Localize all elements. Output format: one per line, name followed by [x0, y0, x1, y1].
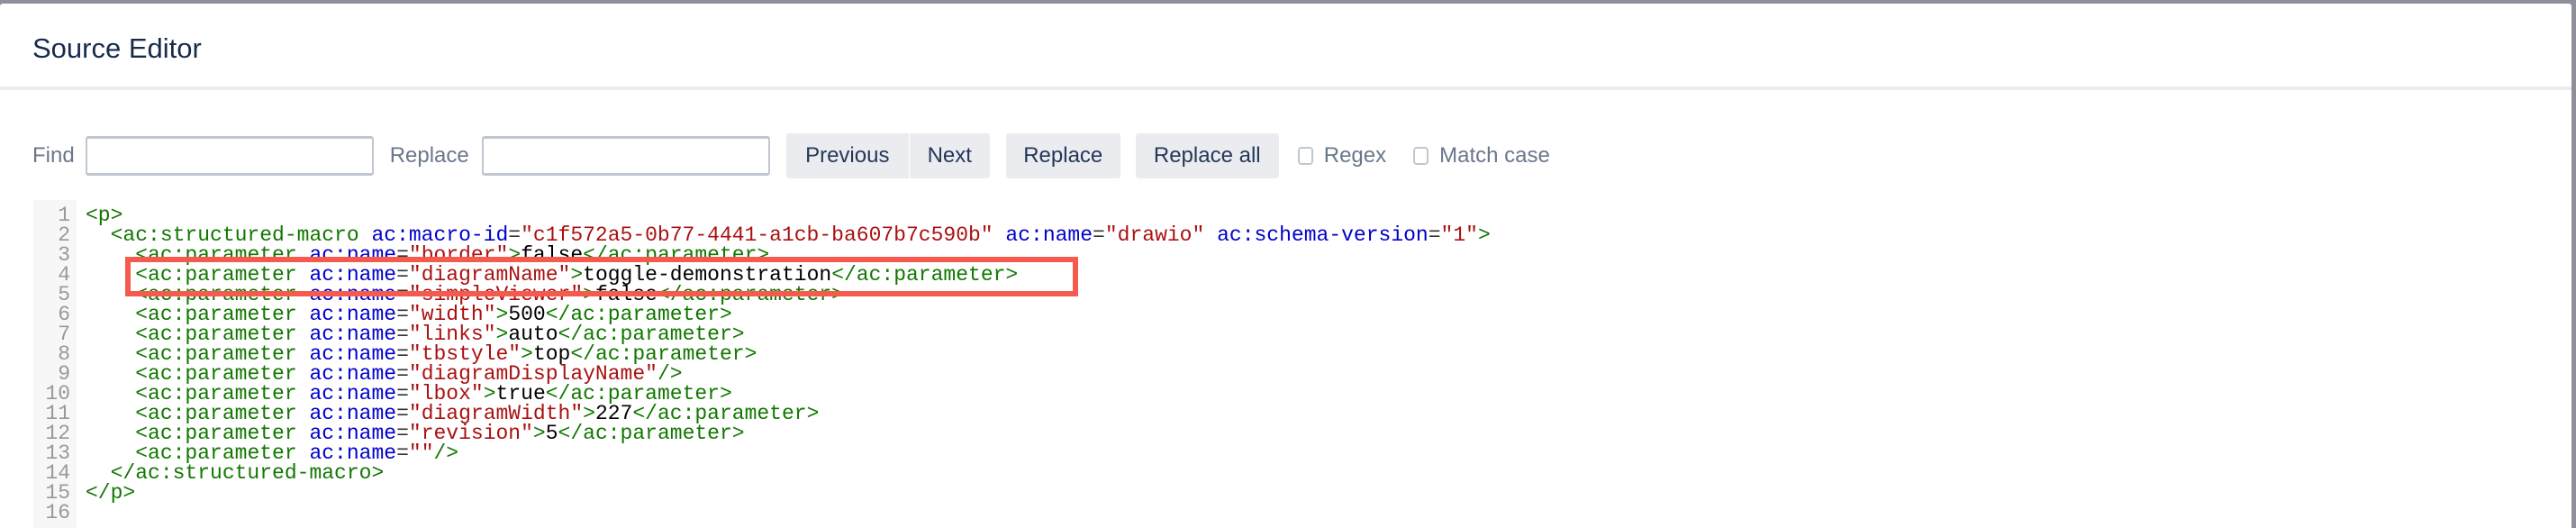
line-code: <ac:parameter ac:name="lbox">true</ac:pa… — [77, 384, 732, 405]
line-code: </ac:structured-macro> — [77, 461, 385, 485]
find-replace-toolbar: Find Replace Previous Next Replace Repla… — [32, 133, 1550, 178]
replace-label: Replace — [389, 143, 469, 168]
code-token: "" — [408, 442, 434, 465]
source-editor-dialog: Source Editor Find Replace Previous Next… — [0, 4, 2571, 528]
code-token: "1" — [1440, 223, 1478, 247]
replace-all-button[interactable]: Replace all — [1135, 133, 1279, 178]
code-line[interactable]: 1 <p> — [33, 204, 2562, 227]
code-line[interactable]: 14 </ac:structured-macro> — [33, 461, 2562, 485]
match-case-checkbox[interactable] — [1413, 147, 1429, 165]
regex-checkbox[interactable] — [1297, 147, 1313, 165]
line-code: <ac:parameter ac:name="width">500</ac:pa… — [77, 305, 732, 325]
line-code: <ac:parameter ac:name="revision">5</ac:p… — [77, 422, 745, 445]
code-line[interactable]: 12 <ac:parameter ac:name="revision">5</a… — [33, 422, 2562, 445]
code-token: /> — [433, 442, 459, 465]
code-line[interactable]: 15 </p> — [33, 481, 2562, 505]
code-token: </ac:structured-macro> — [110, 461, 385, 485]
highlight-box — [125, 257, 1078, 296]
code-token: > — [1477, 223, 1491, 247]
match-case-label: Match case — [1439, 143, 1550, 168]
code-token: = — [1428, 223, 1441, 247]
line-number: 8 — [58, 342, 70, 366]
code-token: > — [532, 422, 546, 445]
code-lines[interactable]: 1 <p> 2 <ac:structured-macro ac:macro-id="… — [33, 205, 2562, 523]
line-code: <ac:structured-macro ac:macro-id="c1f572… — [77, 223, 1491, 247]
code-line[interactable]: 10 <ac:parameter ac:name="lbox">true</ac… — [33, 382, 2562, 405]
line-number: 13 — [45, 442, 70, 465]
code-token: ac:schema-version — [1217, 223, 1429, 247]
line-number: 14 — [45, 461, 70, 485]
line-number: 7 — [58, 323, 70, 346]
code-token: ac:name — [1005, 223, 1093, 247]
line-code: <ac:parameter ac:name="links">auto</ac:p… — [77, 324, 744, 345]
find-label: Find — [32, 143, 75, 168]
line-number: 12 — [45, 422, 70, 445]
line-code: <ac:parameter ac:name=""/> — [77, 442, 459, 465]
line-code: <p> — [77, 205, 122, 226]
code-line[interactable]: 11 <ac:parameter ac:name="diagramWidth">… — [33, 402, 2562, 425]
code-line[interactable]: 9 <ac:parameter ac:name="diagramDisplayN… — [33, 362, 2562, 386]
regex-label: Regex — [1323, 143, 1387, 168]
dialog-title: Source Editor — [32, 32, 202, 64]
line-number: 15 — [45, 481, 70, 505]
previous-button[interactable]: Previous — [785, 133, 909, 178]
code-token: "drawio" — [1104, 223, 1205, 247]
line-code: <ac:parameter ac:name="diagramWidth">227… — [77, 404, 819, 424]
line-number: 1 — [58, 204, 70, 227]
replace-input[interactable] — [481, 136, 770, 176]
code-line[interactable]: 6 <ac:parameter ac:name="width">500</ac:… — [33, 303, 2562, 326]
code-editor[interactable]: 1 <p> 2 <ac:structured-macro ac:macro-id="… — [33, 200, 2562, 528]
line-number: 11 — [45, 402, 70, 425]
line-number: 5 — [58, 283, 70, 306]
code-line[interactable]: 7 <ac:parameter ac:name="links">auto</ac… — [33, 323, 2562, 346]
code-line[interactable]: 16 — [33, 503, 2562, 523]
code-token: </p> — [86, 481, 136, 505]
line-number: 3 — [58, 243, 70, 267]
code-token: 5 — [545, 422, 558, 445]
code-token: = — [1093, 223, 1105, 247]
code-line[interactable]: 13 <ac:parameter ac:name=""/> — [33, 442, 2562, 465]
code-line[interactable]: 8 <ac:parameter ac:name="tbstyle">top</a… — [33, 342, 2562, 366]
line-number: 9 — [58, 362, 70, 386]
line-number: 4 — [58, 263, 70, 287]
next-button[interactable]: Next — [909, 133, 990, 178]
line-number: 6 — [58, 303, 70, 326]
line-number: 16 — [45, 501, 70, 524]
replace-button[interactable]: Replace — [1005, 133, 1120, 178]
dialog-header: Source Editor — [0, 4, 2571, 90]
line-code: </p> — [77, 481, 136, 505]
code-token: </ac:parameter> — [558, 422, 745, 445]
code-token: = — [396, 442, 409, 465]
line-number: 2 — [58, 223, 70, 247]
line-code: <ac:parameter ac:name="diagramDisplayNam… — [77, 364, 682, 385]
find-input[interactable] — [85, 136, 374, 176]
line-number: 10 — [45, 382, 70, 405]
code-line[interactable]: 2 <ac:structured-macro ac:macro-id="c1f5… — [33, 223, 2562, 247]
line-code: <ac:parameter ac:name="tbstyle">top</ac:… — [77, 344, 757, 365]
